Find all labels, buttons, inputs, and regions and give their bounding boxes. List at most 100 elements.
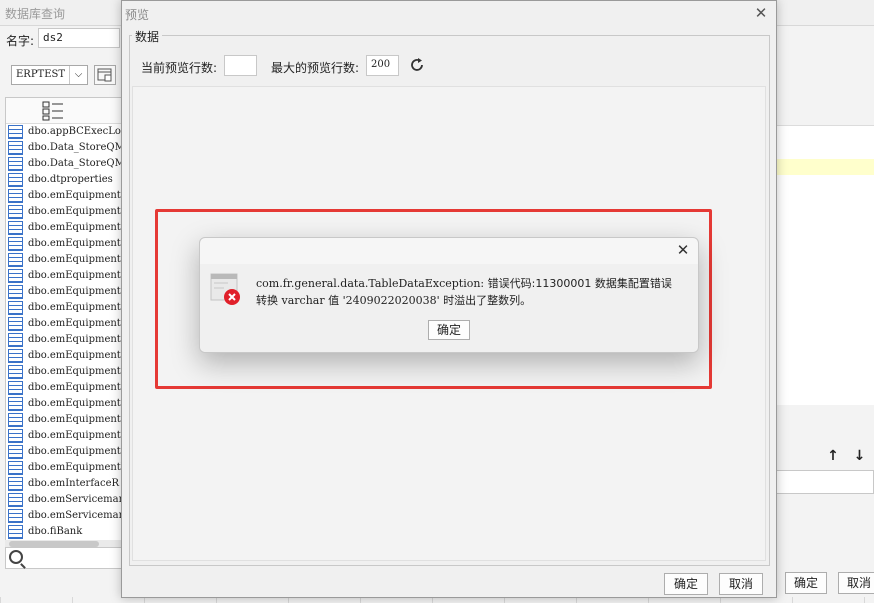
table-icon <box>8 365 23 379</box>
database-config-button[interactable] <box>94 65 116 85</box>
error-dialog-body: com.fr.general.data.TableDataException: … <box>200 264 698 352</box>
table-list-item[interactable]: dbo.emEquipmentS <box>6 412 123 428</box>
refresh-icon[interactable] <box>408 56 426 74</box>
table-list[interactable]: dbo.appBCExecLog dbo.Data_StoreQM dbo.Data… <box>5 97 124 541</box>
table-list-item[interactable]: dbo.dtproperties <box>6 172 123 188</box>
bg-cancel-button[interactable]: 取消 <box>838 572 874 594</box>
table-name: dbo.emEquipmentS <box>28 366 124 377</box>
table-name: dbo.emEquipmentT <box>28 430 124 441</box>
table-icon <box>8 317 23 331</box>
table-name: dbo.emEquipmentC <box>28 222 124 233</box>
table-icon <box>8 509 23 523</box>
table-list-item[interactable]: dbo.emEquipmentS <box>6 364 123 380</box>
table-name: dbo.emEquipment <box>28 190 121 201</box>
max-preview-rows-input[interactable]: 200 <box>366 55 399 76</box>
error-data-type: varchar <box>281 294 325 307</box>
table-name: dbo.emEquipmentU <box>28 446 124 457</box>
table-icon <box>8 141 23 155</box>
table-name: dbo.appBCExecLog <box>28 126 124 137</box>
table-icon <box>8 493 23 507</box>
table-list-item[interactable]: dbo.emEquipmentU <box>6 444 123 460</box>
table-icon <box>8 413 23 427</box>
table-icon <box>8 237 23 251</box>
table-name: dbo.emServicemar <box>28 494 124 505</box>
table-icon <box>8 477 23 491</box>
table-icon <box>8 205 23 219</box>
error-text-suffix: ' 时溢出了整数列。 <box>436 294 532 307</box>
exception-class: com.fr.general.data.TableDataException: <box>256 277 485 290</box>
table-list-item[interactable]: dbo.emInterfaceR <box>6 476 123 492</box>
database-config-icon <box>97 68 112 82</box>
table-list-item[interactable]: dbo.appBCExecLog <box>6 124 123 140</box>
preview-ok-button[interactable]: 确定 <box>664 573 708 595</box>
database-select[interactable]: ERPTEST ⌵ <box>11 65 88 85</box>
table-icon <box>8 445 23 459</box>
table-list-item[interactable]: dbo.emEquipmentM <box>6 300 123 316</box>
table-icon <box>8 173 23 187</box>
table-icon <box>8 269 23 283</box>
arrow-down-icon[interactable]: ↓ <box>848 448 870 464</box>
table-icon <box>8 189 23 203</box>
table-name: dbo.fiBank <box>28 526 83 537</box>
name-label: 名字: <box>6 34 35 48</box>
current-preview-rows-label: 当前预览行数: <box>141 61 218 75</box>
preview-cancel-button[interactable]: 取消 <box>719 573 763 595</box>
table-list-item[interactable]: dbo.Data_StoreQM <box>6 140 123 156</box>
table-list-item[interactable]: dbo.emServicemar <box>6 492 123 508</box>
parameter-box[interactable] <box>776 470 874 494</box>
table-list-item[interactable]: dbo.emEquipment <box>6 188 123 204</box>
search-icon <box>9 550 23 564</box>
error-value: 2409022020038 <box>345 294 437 307</box>
table-list-item[interactable]: dbo.emEquipmentS <box>6 380 123 396</box>
close-icon[interactable]: ✕ <box>674 241 692 259</box>
table-icon <box>8 429 23 443</box>
table-list-item[interactable]: dbo.emEquipmentT <box>6 428 123 444</box>
table-list-item[interactable]: dbo.emEquipmentC <box>6 204 123 220</box>
close-icon[interactable]: ✕ <box>752 4 770 22</box>
name-input[interactable]: ds2 <box>38 28 120 48</box>
error-icon <box>210 273 240 305</box>
table-icon <box>8 525 23 539</box>
table-name: dbo.emEquipmentS <box>28 334 124 345</box>
arrow-up-icon[interactable]: ↑ <box>822 448 844 464</box>
table-list-item[interactable]: dbo.emEquipmentS <box>6 348 123 364</box>
max-preview-rows-label: 最大的预览行数: <box>271 61 360 75</box>
table-name: dbo.emEquipmentS <box>28 350 124 361</box>
table-list-item[interactable]: dbo.emEquipmentC <box>6 220 123 236</box>
error-text-prefix: 转换 <box>256 294 282 307</box>
bg-ok-button[interactable]: 确定 <box>785 572 827 594</box>
preview-dialog-title: 预览 <box>125 8 150 22</box>
error-ok-button[interactable]: 确定 <box>428 320 470 340</box>
error-dialog: ✕ com.fr.general.data.TableDataException… <box>199 237 699 353</box>
table-name: dbo.emEquipmentS <box>28 318 124 329</box>
highlighted-row <box>776 159 874 175</box>
chevron-down-icon[interactable]: ⌵ <box>69 66 87 84</box>
table-name: dbo.Data_StoreQM <box>28 158 124 169</box>
table-list-item[interactable]: dbo.emEquipmentS <box>6 332 123 348</box>
table-list-item[interactable]: dbo.emEquipmentS <box>6 396 123 412</box>
table-name: dbo.emEquipmentM <box>28 302 124 313</box>
move-buttons: ↑ ↓ <box>822 448 870 464</box>
database-query-title: 数据库查询 <box>5 7 66 21</box>
table-list-item[interactable]: dbo.emEquipmentI <box>6 252 123 268</box>
table-icon <box>8 301 23 315</box>
table-name: dbo.emEquipmentS <box>28 382 124 393</box>
table-name: dbo.emEquipmentM <box>28 286 124 297</box>
table-search-field[interactable] <box>5 547 124 569</box>
list-view-icon[interactable] <box>42 101 64 121</box>
table-name: dbo.dtproperties <box>28 174 113 185</box>
table-list-item[interactable]: dbo.emServicemar <box>6 508 123 524</box>
table-list-item[interactable]: dbo.emEquipmentS <box>6 316 123 332</box>
table-name: dbo.emInterfaceR <box>28 478 120 489</box>
table-name: dbo.Data_StoreQM <box>28 142 124 153</box>
table-list-item[interactable]: dbo.emEquipmentI <box>6 236 123 252</box>
table-list-item[interactable]: dbo.emEquipmentM <box>6 284 123 300</box>
table-icon <box>8 157 23 171</box>
sql-result-panel <box>776 125 874 405</box>
table-list-item[interactable]: dbo.Data_StoreQM <box>6 156 123 172</box>
table-list-item[interactable]: dbo.emEquipmentM <box>6 268 123 284</box>
table-list-item[interactable]: dbo.emEquipmentW <box>6 460 123 476</box>
table-name: dbo.emEquipmentW <box>28 462 124 473</box>
table-list-item[interactable]: dbo.fiBank <box>6 524 123 540</box>
table-icon <box>8 381 23 395</box>
